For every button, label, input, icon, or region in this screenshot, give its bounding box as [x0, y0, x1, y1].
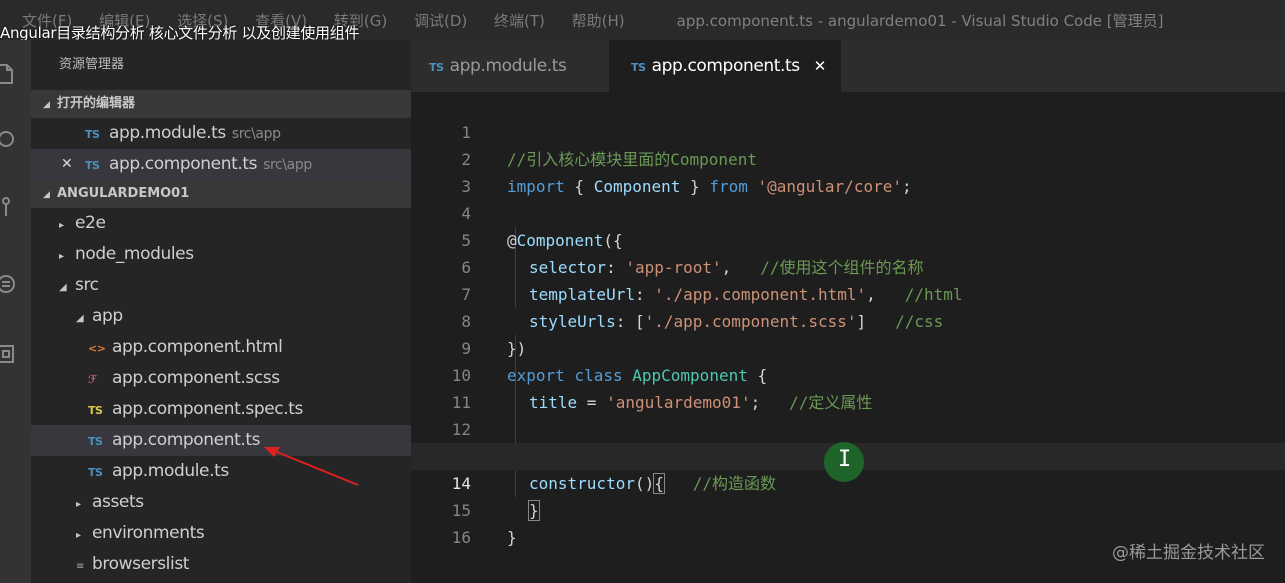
close-icon[interactable]: ✕	[814, 57, 827, 75]
code-line: 16	[451, 528, 471, 547]
file-path: src\app	[231, 126, 281, 142]
code-line: 11	[451, 393, 471, 412]
typescript-icon: TS	[88, 435, 103, 448]
typescript-icon: TS	[429, 61, 444, 74]
menu-help[interactable]: 帮助(H)	[572, 12, 625, 30]
typescript-icon: TS	[631, 61, 646, 74]
chevron-right-icon: ▸	[76, 530, 81, 541]
open-editors-header[interactable]: ◢ 打开的编辑器	[31, 90, 411, 118]
debug-icon[interactable]	[0, 272, 18, 296]
tree-folder-src[interactable]: ◢ src	[31, 270, 411, 301]
tree-file-module-ts[interactable]: TS app.module.ts	[31, 456, 411, 487]
tab-bar: TS app.module.ts TS app.component.ts ✕	[411, 40, 1285, 92]
tree-folder-e2e[interactable]: ▸ e2e	[31, 208, 411, 239]
code-line: 5 selector: 'app-root', //使用这个组件的名称	[461, 231, 924, 277]
typescript-spec-icon: TS	[88, 404, 103, 417]
explorer-title: 资源管理器	[59, 57, 125, 72]
open-editor-item-active[interactable]: ✕ TS app.component.ts src\app	[31, 149, 411, 180]
code-line: 4 @Component({	[461, 204, 623, 250]
code-line: 2 import { Component } from '@angular/co…	[461, 150, 912, 196]
project-header[interactable]: ◢ ANGULARDEMO01	[31, 180, 411, 208]
code-line: 8 })	[461, 312, 527, 358]
text-file-icon: ≡	[76, 561, 84, 572]
open-editor-item[interactable]: TS app.module.ts src\app	[31, 118, 411, 149]
code-line: 10 title = 'angulardemo01'; //定义属性	[451, 366, 873, 412]
tab-app-module[interactable]: TS app.module.ts	[411, 40, 609, 92]
search-icon[interactable]	[0, 128, 18, 152]
tree-file-browserslist[interactable]: ≡ browserslist	[31, 549, 411, 580]
menu-terminal[interactable]: 终端(T)	[494, 12, 545, 30]
typescript-icon: TS	[88, 466, 103, 479]
code-line: 7 styleUrls: ['./app.component.scss'] //…	[461, 285, 944, 331]
code-line: 13 constructor(){ //构造函数	[452, 447, 777, 494]
editor-area: TS app.module.ts TS app.component.ts ✕ 1 //…	[411, 40, 1285, 583]
extensions-icon[interactable]	[0, 342, 18, 366]
window-title: app.component.ts - angulardemo01 - Visua…	[676, 11, 1164, 30]
code-line: 1 //引入核心模块里面的Component	[461, 123, 757, 169]
tree-folder-node-modules[interactable]: ▸ node_modules	[31, 239, 411, 270]
files-icon[interactable]	[0, 62, 18, 86]
chevron-down-icon: ◢	[76, 313, 84, 324]
chevron-right-icon: ▸	[76, 499, 81, 510]
html-file-icon: <>	[88, 342, 106, 355]
tree-file-scss[interactable]: ℱapp.component.scss	[31, 363, 411, 394]
typescript-icon: TS	[85, 128, 100, 141]
file-name: app.module.ts	[109, 123, 226, 143]
code-line: 6 templateUrl: './app.component.html', /…	[461, 258, 963, 304]
tab-app-component[interactable]: TS app.component.ts ✕	[609, 40, 841, 92]
tree-folder-app[interactable]: ◢ app	[31, 301, 411, 332]
activity-bar	[0, 40, 31, 583]
file-name: app.component.ts	[109, 154, 258, 174]
source-control-icon[interactable]	[0, 195, 18, 219]
chevron-down-icon: ◢	[59, 282, 67, 293]
tree-file-html[interactable]: <> app.component.html	[31, 332, 411, 363]
typescript-icon: TS	[85, 159, 100, 172]
text-cursor-icon: I	[838, 447, 852, 472]
chevron-down-icon: ◢	[43, 190, 50, 200]
file-path: src\app	[263, 157, 312, 173]
tree-folder-environments[interactable]: ▸ environments	[31, 518, 411, 549]
watermark: @稀土掘金技术社区	[1112, 543, 1265, 563]
scss-file-icon: ℱ	[88, 373, 97, 386]
chevron-down-icon: ◢	[43, 100, 50, 110]
chevron-right-icon: ▸	[59, 220, 64, 231]
explorer-sidebar: 资源管理器 ◢ 打开的编辑器 TS app.module.ts src\app ✕ T…	[31, 40, 411, 583]
tree-folder-assets[interactable]: ▸ assets	[31, 487, 411, 518]
tree-file-component-ts[interactable]: TS app.component.ts	[31, 425, 411, 456]
code-line: 3	[461, 177, 471, 196]
close-icon[interactable]: ✕	[61, 149, 73, 180]
tree-file-spec[interactable]: TS app.component.spec.ts	[31, 394, 411, 425]
chevron-right-icon: ▸	[59, 251, 64, 262]
menu-debug[interactable]: 调试(D)	[414, 12, 467, 30]
code-line: 12	[451, 420, 471, 439]
code-line: 9 export class AppComponent {	[461, 339, 768, 385]
